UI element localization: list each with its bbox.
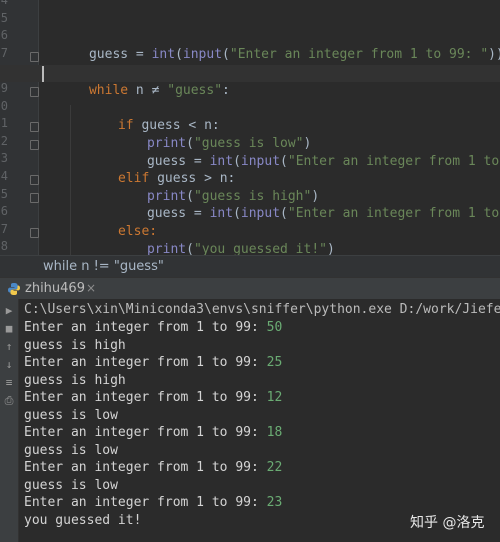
code-line[interactable]: print("guess is high") <box>0 153 500 204</box>
rerun-icon[interactable]: ▶ <box>3 305 15 317</box>
run-console[interactable]: C:\Users\xin\Miniconda3\envs\sniffer\pyt… <box>19 299 500 542</box>
console-prompt: Enter an integer from 1 to 99: <box>24 425 267 440</box>
run-toolbar: ▶ ■ ↑ ↓ ≡ ⎙ <box>0 299 19 542</box>
console-line: Enter an integer from 1 to 99: 18 <box>24 424 282 442</box>
code-line[interactable]: break <box>0 223 500 241</box>
console-line: guess is low <box>24 442 118 458</box>
current-line[interactable] <box>0 64 500 83</box>
run-panel-header: zhihu469 × <box>0 277 500 302</box>
console-line: guess is high <box>24 372 126 388</box>
console-line: Enter an integer from 1 to 99: 25 <box>24 354 282 372</box>
python-icon <box>8 283 20 295</box>
line-number: 4 <box>0 0 8 7</box>
text-cursor <box>42 65 44 82</box>
console-line: guess is low <box>24 407 118 423</box>
console-command-line: C:\Users\xin\Miniconda3\envs\sniffer\pyt… <box>24 302 500 317</box>
console-input-value: 50 <box>266 320 283 335</box>
paren: ) <box>327 241 335 255</box>
console-prompt: Enter an integer from 1 to 99: <box>24 355 267 370</box>
code-line[interactable]: print("guess is low") <box>0 100 500 151</box>
code-line[interactable]: guess = int(input("Enter an integer from… <box>0 170 500 221</box>
console-input-value: 12 <box>266 390 283 405</box>
console-line: Enter an integer from 1 to 99: 50 <box>24 319 282 337</box>
code-line[interactable]: if guess < n: <box>0 82 500 133</box>
console-line: guess is low <box>24 477 118 493</box>
stop-icon[interactable]: ■ <box>3 323 15 335</box>
string-literal: "you guessed it!" <box>193 241 327 255</box>
console-prompt: Enter an integer from 1 to 99: <box>24 320 267 335</box>
code-editor[interactable]: 4 5 6 7 8 9 0 1 2 3 4 5 6 7 8 guess = in… <box>0 0 500 255</box>
console-input-value: 18 <box>266 425 283 440</box>
run-tab-label: zhihu469 <box>25 281 85 296</box>
scroll-down-icon[interactable]: ↓ <box>3 359 15 371</box>
console-line: guess is high <box>24 337 126 353</box>
soft-wrap-icon[interactable]: ≡ <box>3 377 15 389</box>
scroll-up-icon[interactable]: ↑ <box>3 341 15 353</box>
console-input-value: 25 <box>266 355 283 370</box>
watermark: 知乎 @洛克 <box>410 515 485 531</box>
code-line[interactable]: else: <box>0 188 500 239</box>
code-line[interactable]: guess = int(input("Enter an integer from… <box>0 117 500 169</box>
code-line[interactable]: guess = int(input("Enter an integer from… <box>0 11 500 62</box>
console-line: Enter an integer from 1 to 99: 22 <box>24 459 282 477</box>
breadcrumb-item[interactable]: while n != "guess" <box>43 256 164 278</box>
code-line[interactable]: while n ≠ "guess": <box>0 47 500 98</box>
close-icon[interactable]: × <box>86 281 96 295</box>
breadcrumb[interactable]: while n != "guess" <box>0 255 500 278</box>
console-line: you guessed it! <box>24 512 142 528</box>
console-input-value: 23 <box>266 495 283 510</box>
console-prompt: Enter an integer from 1 to 99: <box>24 460 267 475</box>
console-prompt: Enter an integer from 1 to 99: <box>24 495 267 510</box>
console-line: Enter an integer from 1 to 99: 12 <box>24 389 282 407</box>
code-line[interactable]: elif guess > n: <box>0 135 500 186</box>
print-icon[interactable]: ⎙ <box>3 395 15 407</box>
code-line[interactable]: print("you guessed it!") <box>0 205 500 255</box>
paren: ( <box>186 241 194 255</box>
console-prompt: Enter an integer from 1 to 99: <box>24 390 267 405</box>
console-input-value: 22 <box>266 460 283 475</box>
console-line: Enter an integer from 1 to 99: 23 <box>24 494 282 512</box>
